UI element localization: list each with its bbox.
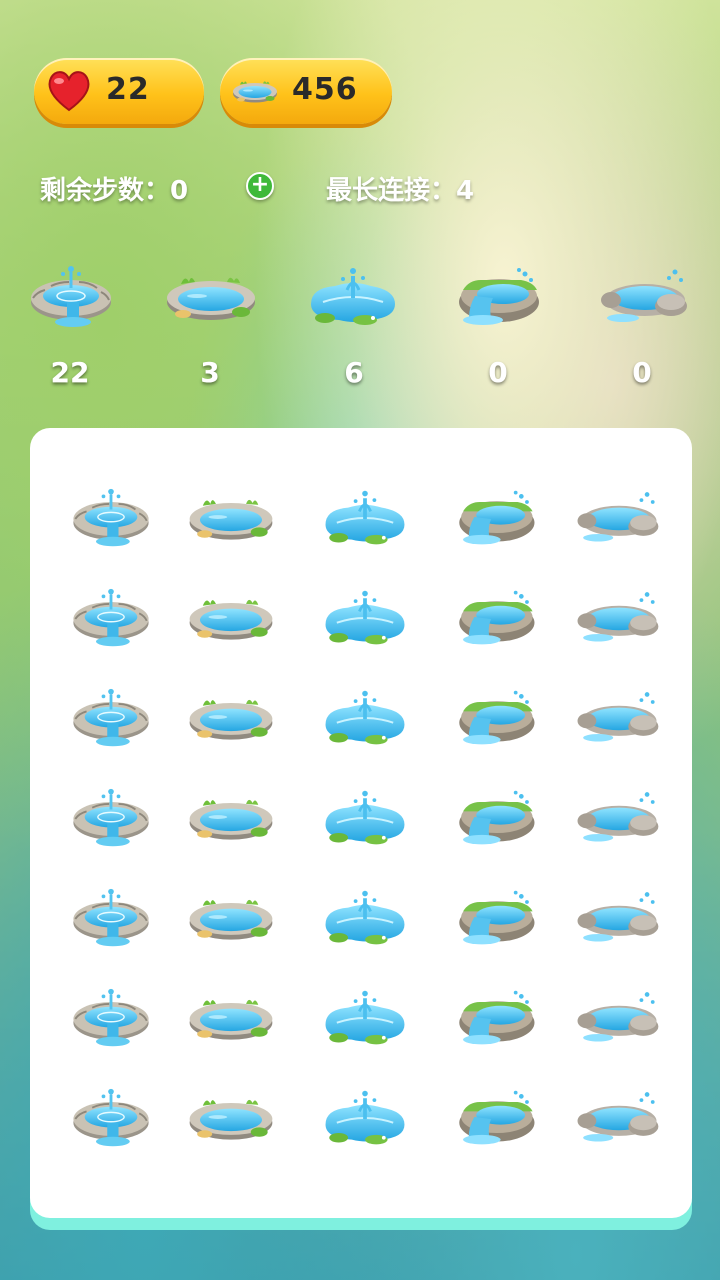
grassy-pond-icon <box>230 66 280 116</box>
stone-fountain-icon[interactable] <box>64 484 158 552</box>
add-steps-button[interactable]: + <box>246 172 274 200</box>
waterfall-pond-icon <box>442 262 552 332</box>
grassy-pond-icon[interactable] <box>184 1084 278 1152</box>
stone-fountain-icon[interactable] <box>64 884 158 952</box>
stone-fountain-icon[interactable] <box>64 584 158 652</box>
rock-pool-icon[interactable] <box>570 984 664 1052</box>
grassy-pond-icon[interactable] <box>184 884 278 952</box>
remaining-steps: 剩余步数：0 <box>40 170 188 207</box>
stone-fountain-icon[interactable] <box>64 1084 158 1152</box>
longest-chain: 最长连接：4 <box>326 170 474 207</box>
lives-pill[interactable]: 22 <box>34 58 204 124</box>
rock-pool-icon[interactable] <box>570 784 664 852</box>
rock-pool-icon[interactable] <box>570 584 664 652</box>
rock-pool-icon[interactable] <box>570 884 664 952</box>
stone-fountain-icon <box>16 262 126 332</box>
splash-puddle-icon[interactable] <box>318 884 412 952</box>
target-count: 6 <box>344 356 364 389</box>
waterfall-pond-icon[interactable] <box>448 684 542 752</box>
stone-fountain-icon[interactable] <box>64 684 158 752</box>
target-count: 0 <box>488 356 508 389</box>
stone-fountain-icon[interactable] <box>64 984 158 1052</box>
splash-puddle-icon[interactable] <box>318 784 412 852</box>
waterfall-pond-icon[interactable] <box>448 984 542 1052</box>
rock-pool-icon[interactable] <box>570 684 664 752</box>
currency-pill[interactable]: 456 <box>220 58 392 124</box>
longest-chain-value: 4 <box>456 176 475 206</box>
rock-pool-icon[interactable] <box>570 484 664 552</box>
heart-icon <box>44 66 94 116</box>
game-board <box>30 428 692 1218</box>
rock-pool-icon[interactable] <box>570 1084 664 1152</box>
target-count: 22 <box>50 356 90 389</box>
target-count: 3 <box>200 356 220 389</box>
grassy-pond-icon[interactable] <box>184 584 278 652</box>
splash-puddle-icon[interactable] <box>318 484 412 552</box>
waterfall-pond-icon[interactable] <box>448 584 542 652</box>
stone-fountain-icon[interactable] <box>64 784 158 852</box>
waterfall-pond-icon[interactable] <box>448 884 542 952</box>
longest-chain-label: 最长连接： <box>326 176 457 206</box>
splash-puddle-icon <box>298 262 408 332</box>
splash-puddle-icon[interactable] <box>318 984 412 1052</box>
splash-puddle-icon[interactable] <box>318 584 412 652</box>
rock-pool-icon <box>588 262 698 332</box>
grassy-pond-icon[interactable] <box>184 784 278 852</box>
target-count: 0 <box>632 356 652 389</box>
remaining-steps-label: 剩余步数： <box>40 176 171 206</box>
splash-puddle-icon[interactable] <box>318 684 412 752</box>
grassy-pond-icon[interactable] <box>184 684 278 752</box>
grassy-pond-icon[interactable] <box>184 984 278 1052</box>
grassy-pond-icon[interactable] <box>184 484 278 552</box>
waterfall-pond-icon[interactable] <box>448 1084 542 1152</box>
currency-count: 456 <box>292 72 358 107</box>
grassy-pond-icon <box>156 262 266 332</box>
waterfall-pond-icon[interactable] <box>448 484 542 552</box>
remaining-steps-value: 0 <box>170 176 189 206</box>
waterfall-pond-icon[interactable] <box>448 784 542 852</box>
lives-count: 22 <box>106 72 150 107</box>
splash-puddle-icon[interactable] <box>318 1084 412 1152</box>
